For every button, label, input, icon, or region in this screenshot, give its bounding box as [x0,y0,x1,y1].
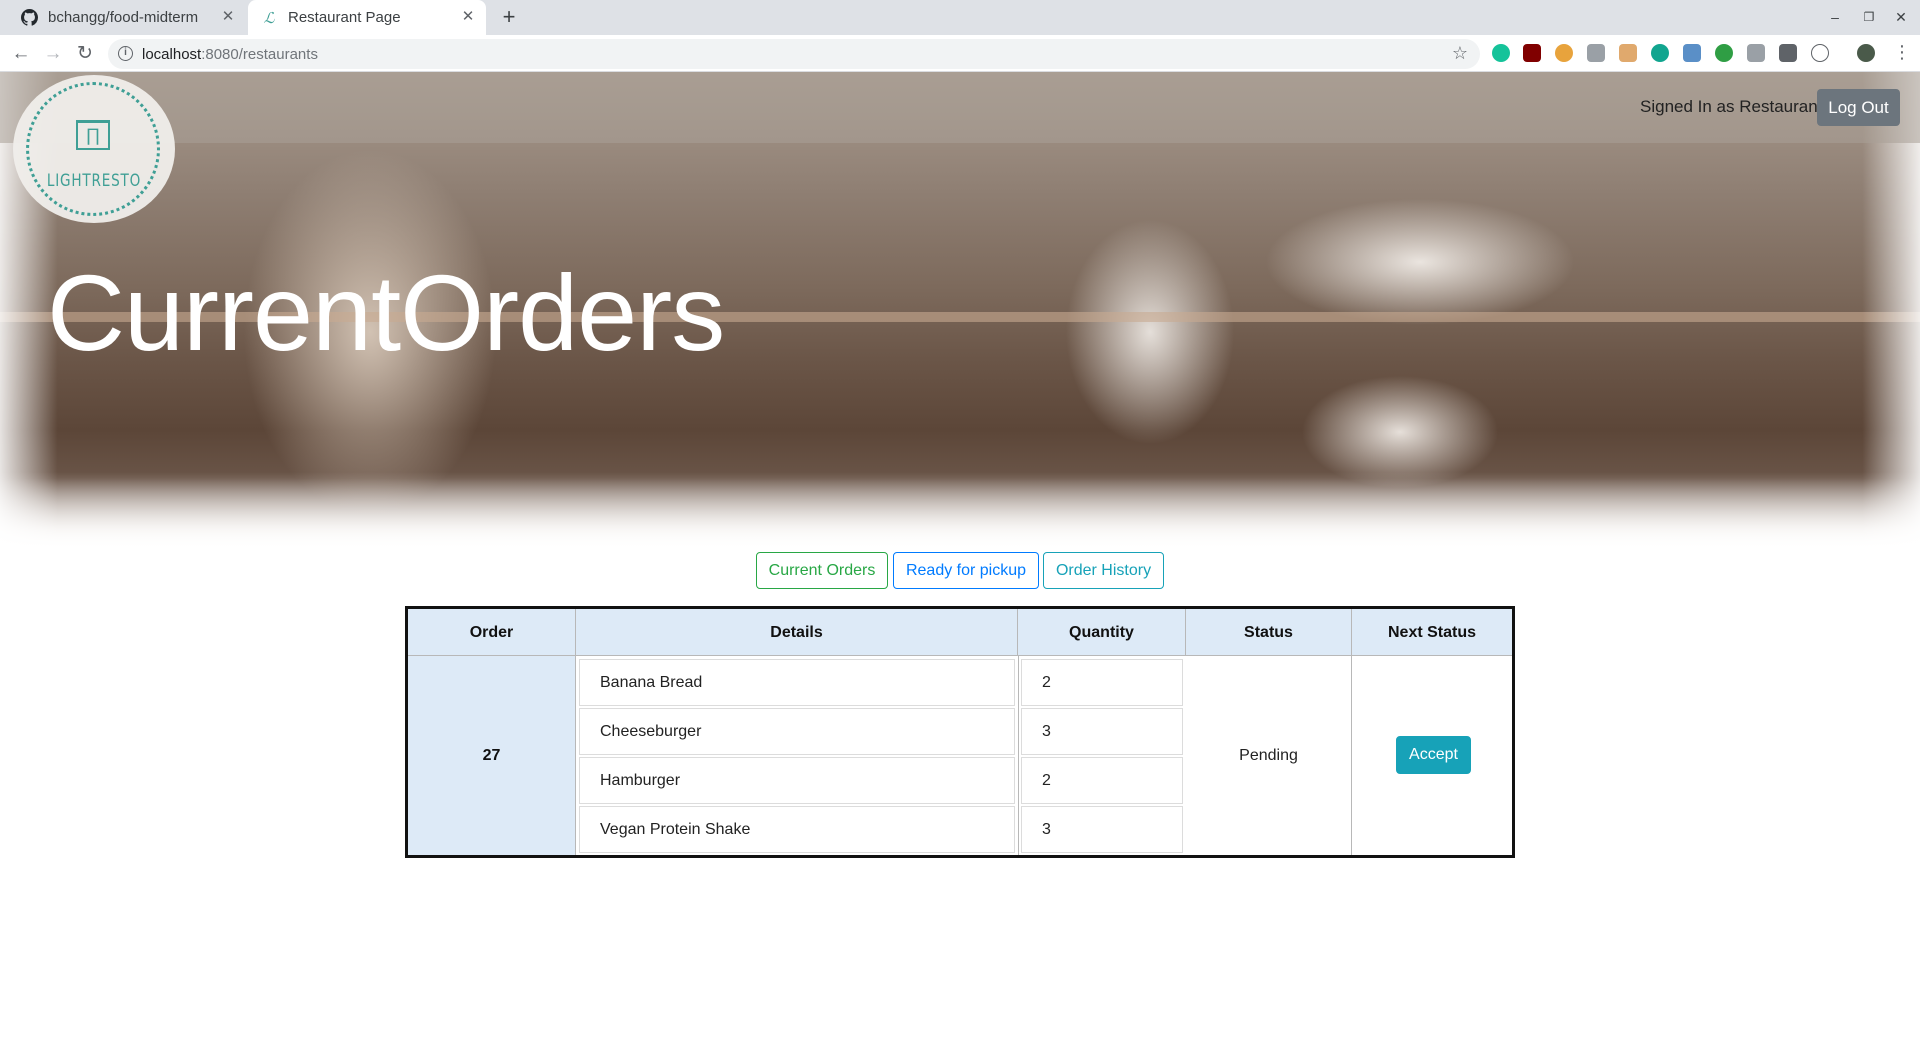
github-icon [20,9,38,27]
signed-in-label: Signed In as Restaurant [1640,97,1823,116]
site-info-icon[interactable]: i [118,46,133,61]
column-header-status: Status [1186,609,1352,656]
tab-title: Restaurant Page [288,9,401,26]
orders-table: Order Details Quantity Status Next Statu… [405,606,1515,858]
ready-for-pickup-button[interactable]: Ready for pickup [893,552,1039,589]
item-quantity: 2 [1021,659,1183,706]
accept-button[interactable]: Accept [1396,736,1471,774]
browser-tab-bar: bchangg/food-midterm ✕ ℒ Restaurant Page… [0,0,1920,35]
restore-icon[interactable]: ❐ [1858,6,1880,28]
extension-icon[interactable] [1619,44,1637,62]
tab-title: bchangg/food-midterm [48,9,199,26]
browser-tab-github[interactable]: bchangg/food-midterm ✕ [10,0,246,35]
reload-icon[interactable]: ↻ [72,41,98,67]
next-status-cell: Accept [1352,656,1512,855]
column-header-next-status: Next Status [1352,609,1512,656]
extension-icon[interactable] [1715,44,1733,62]
address-bar[interactable]: i localhost:8080/restaurants ☆ [108,39,1480,69]
item-name: Hamburger [579,757,1015,804]
extension-icon[interactable] [1811,44,1829,62]
new-tab-icon[interactable]: + [497,5,521,29]
browser-menu-icon[interactable]: ⋮ [1893,42,1911,63]
item-quantity: 2 [1021,757,1183,804]
profile-avatar[interactable] [1857,44,1875,62]
column-header-details: Details [576,609,1018,656]
window-close-icon[interactable]: ✕ [1890,6,1912,28]
code-extension-icon[interactable] [1587,44,1605,62]
forward-icon[interactable]: → [40,41,66,67]
item-quantity: 3 [1021,708,1183,755]
page-title: CurrentOrders [47,252,725,373]
top-nav-band [0,72,1920,143]
extension-icon[interactable] [1779,44,1797,62]
browser-tab-restaurant[interactable]: ℒ Restaurant Page ✕ [248,0,486,35]
current-orders-button[interactable]: Current Orders [756,552,888,589]
bookmark-star-icon[interactable]: ☆ [1452,43,1468,64]
close-tab-icon[interactable]: ✕ [220,9,236,25]
extension-icon[interactable] [1651,44,1669,62]
order-status-cell: Pending [1186,656,1352,855]
minimize-icon[interactable]: – [1824,6,1846,28]
url-text: localhost:8080/restaurants [142,46,318,63]
extension-icon[interactable] [1683,44,1701,62]
close-tab-icon[interactable]: ✕ [460,9,476,25]
extension-icon[interactable] [1747,44,1765,62]
grammarly-extension-icon[interactable] [1492,44,1510,62]
extension-icon[interactable] [1555,44,1573,62]
logo-text: LIGHTRESTO [46,171,142,191]
logout-button[interactable]: Log Out [1817,89,1900,126]
item-name: Vegan Protein Shake [579,806,1015,853]
lightresto-favicon: ℒ [263,8,275,27]
column-header-quantity: Quantity [1018,609,1186,656]
item-name: Cheeseburger [579,708,1015,755]
item-quantity: 3 [1021,806,1183,853]
cup-icon: ∏ [76,120,110,150]
back-icon[interactable]: ← [8,41,34,67]
item-name: Banana Bread [579,659,1015,706]
order-history-button[interactable]: Order History [1043,552,1164,589]
order-id-cell: 27 [408,656,576,855]
ublock-extension-icon[interactable] [1523,44,1541,62]
column-header-order: Order [408,609,576,656]
lightresto-logo[interactable]: ∏ LIGHTRESTO [13,75,175,223]
